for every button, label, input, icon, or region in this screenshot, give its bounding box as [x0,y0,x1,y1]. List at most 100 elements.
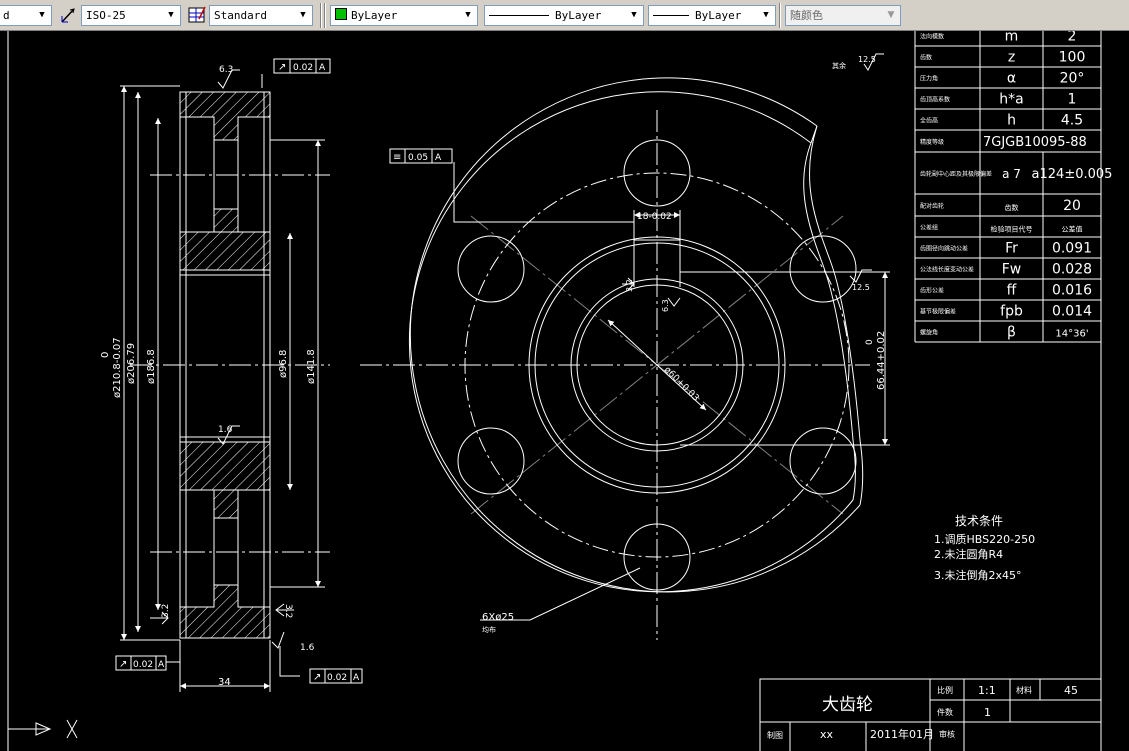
properties-toolbar: d ▼ ISO-25 ▼ Standard ▼ ByLayer ▼ ByLaye… [0,0,1129,31]
param-value: 20 [1063,198,1081,214]
runout-right-value: 0.02 [327,673,347,683]
param-symbol: 齿数 [1005,203,1019,212]
quantity-label: 件数 [937,707,953,717]
runout-right-datum: A [353,673,360,683]
param-name: 公法线长度变动公差 [920,266,974,274]
dim-outer-diameter: ø210.8-0.07 [112,337,123,398]
tech-item: 1.调质HBS220-250 [934,533,1035,546]
param-symbol: Fr [1005,241,1018,257]
tech-item: 3.未注倒角2x45° [934,568,1022,582]
symmetry-icon: ≡ [393,152,401,163]
tech-title: 技术条件 [955,514,1003,528]
lineweight-dropdown[interactable]: ByLayer ▼ [648,5,776,26]
linetype-sample [489,15,549,16]
param-value: 1 [1068,92,1077,108]
canvas-background [0,31,1129,751]
runout-left-datum: A [158,660,165,670]
part-name: 大齿轮 [822,695,873,715]
param-value: 公差值 [1062,225,1083,234]
chevron-down-icon[interactable]: ▼ [165,6,177,25]
checker-label: 审核 [939,729,955,739]
roughness-top-label: 6.3 [219,65,233,75]
param-name: 基节极限偏差 [920,308,956,316]
holes-callout: 6Xø25 [482,612,514,623]
color-swatch [335,8,347,20]
dim-key-depth-lower: 0 [865,339,875,345]
param-name: 法向模数 [920,33,944,41]
symmetry-datum: A [435,153,442,163]
dim-face-width: 34 [218,677,231,688]
scale-label: 比例 [937,685,953,695]
textstyle-dropdown[interactable]: Standard ▼ [209,5,313,26]
param-symbol: α [1007,71,1016,87]
param-value: 14°36' [1055,329,1088,340]
hatch-hub-top [179,231,271,271]
dim-hub-diameter: ø96.8 [278,350,289,378]
dim-root-diameter: ø186.8 [146,349,157,384]
param-symbol: fpb [1000,304,1023,320]
drawer-value: xx [820,728,834,741]
drawing-canvas[interactable]: 6.3 1.6 3.2 3.2 1.6 ø210.8-0.07 0 ø206.7… [0,31,1129,751]
dimension-style-icon[interactable] [59,5,79,25]
hatch-web-bottom [213,489,239,519]
param-value: 100 [1059,50,1086,66]
layer-value: d [3,9,10,22]
param-symbol: β [1007,325,1016,341]
plotstyle-value: 随颜色 [790,9,823,22]
param-symbol: 检验项目代号 [991,225,1033,234]
param-value: 0.016 [1052,283,1092,299]
material-label: 材料 [1016,685,1032,695]
layer-dropdown[interactable]: d ▼ [0,5,52,26]
color-value: ByLayer [351,9,398,22]
param-value: 0.091 [1052,241,1092,257]
tech-item: 2.未注圆角R4 [934,547,1003,561]
linetype-value: ByLayer [555,9,602,22]
material-value: 45 [1064,684,1078,697]
param-value: 4.5 [1061,113,1083,129]
chevron-down-icon[interactable]: ▼ [462,6,474,25]
param-symbol: a 7 [1002,167,1021,181]
param-name: 齿圈径向跳动公差 [920,245,968,253]
param-name: 齿形公差 [920,287,944,295]
chevron-down-icon[interactable]: ▼ [760,6,772,25]
color-dropdown[interactable]: ByLayer ▼ [330,5,478,26]
chevron-down-icon[interactable]: ▼ [628,6,640,25]
param-symbol: Fw [1002,262,1022,278]
plotstyle-dropdown[interactable]: 随颜色 ▼ [785,5,901,26]
param-name: 压力角 [920,75,938,83]
chevron-down-icon[interactable]: ▼ [36,6,48,25]
param-name: 全齿高 [920,117,938,125]
runout-top-datum: A [319,63,326,73]
roughness-rim: 12.5 [852,283,870,292]
lineweight-value: ByLayer [695,9,742,22]
roughness-general: 12.5 [858,55,876,64]
runout-icon: ↗ [313,672,321,683]
param-value: 20° [1060,71,1085,87]
linetype-dropdown[interactable]: ByLayer ▼ [484,5,644,26]
toolbar-separator [324,3,326,28]
toolbar-separator [320,3,322,28]
chevron-down-icon[interactable]: ▼ [297,6,309,25]
param-symbol: z [1008,50,1015,66]
scale-value: 1:1 [978,684,996,697]
dimstyle-value: ISO-25 [86,9,126,22]
hatch-hub-bottom [179,441,271,491]
runout-icon: ↗ [278,62,286,73]
toolbar-separator [779,3,781,28]
param-symbol: h*a [999,92,1023,108]
param-symbol: 7GJGB10095-88 [983,135,1087,150]
runout-icon: ↗ [119,659,127,670]
hatch-web-top [213,208,239,233]
param-value: 0.028 [1052,262,1092,278]
table-style-icon[interactable] [187,5,207,25]
dimstyle-dropdown[interactable]: ISO-25 ▼ [81,5,181,26]
drawer-label: 制图 [767,730,783,740]
param-name: 螺旋角 [920,329,938,337]
roughness-key1: 3.2 [625,279,634,292]
roughness-key2: 6.3 [661,299,670,312]
param-value: a124±0.005 [1032,167,1113,182]
roughness-face-label: 1.6 [300,643,315,653]
dim-web-diameter: ø141.8 [306,349,317,384]
chevron-down-icon[interactable]: ▼ [885,6,897,25]
param-name: 齿顶高系数 [920,96,950,104]
